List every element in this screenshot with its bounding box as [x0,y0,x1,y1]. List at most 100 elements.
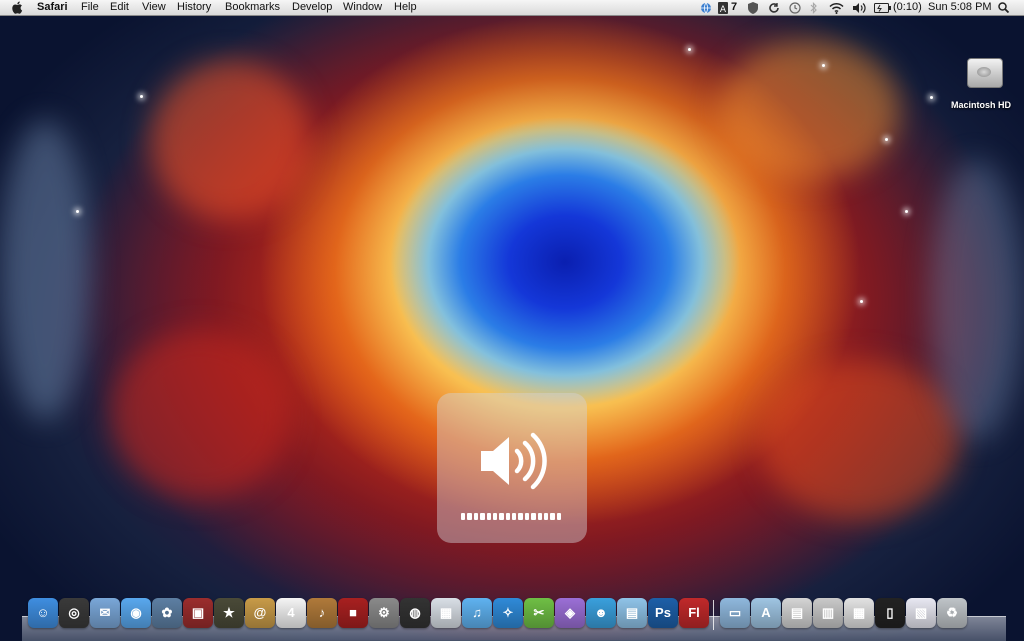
drive-label: Macintosh HD [950,100,1011,110]
menu-window[interactable]: Window [343,0,382,15]
photoshop-icon[interactable]: Ps [648,598,678,628]
menu-view[interactable]: View [142,0,166,15]
menu-edit[interactable]: Edit [110,0,129,15]
spotlight-search-icon[interactable] [998,0,1010,18]
menu-develop[interactable]: Develop [292,0,332,15]
messenger-icon[interactable]: ☻ [586,598,616,628]
addressbook-icon[interactable]: @ [245,598,275,628]
speaker-icon [481,432,547,490]
automator-icon[interactable]: ✂ [524,598,554,628]
svg-text:A: A [720,5,727,14]
hard-drive-icon[interactable] [967,58,1003,88]
volume-menu-icon[interactable] [852,0,866,19]
shield-icon[interactable] [748,0,758,19]
downloads-stack-glyph: ▤ [790,605,804,620]
dashboard-glyph: ◎ [68,605,80,620]
gear-icon[interactable]: ⚙ [369,598,399,628]
garageband-glyph: ♪ [318,605,326,620]
frontrow-icon[interactable]: ■ [338,598,368,628]
volume-segment [480,513,485,520]
notification-icon[interactable]: A [718,0,728,19]
wifi-icon[interactable] [829,0,844,19]
menu-help[interactable]: Help [394,0,417,15]
preview-icon[interactable]: ✉ [90,598,120,628]
trash-icon[interactable]: ♻ [937,598,967,628]
ical-icon[interactable]: 4 [276,598,306,628]
volume-segment [486,513,491,520]
iphoto-glyph: ✿ [161,605,173,620]
flash-icon[interactable]: Fl [679,598,709,628]
finder-glyph: ☺ [36,605,50,620]
volume-segment [499,513,504,520]
finder-icon[interactable]: ☺ [28,598,58,628]
ichat-glyph: ◉ [130,605,142,620]
stack-glyph: ▥ [821,605,835,620]
trash-glyph: ♻ [946,605,958,620]
flash-glyph: Fl [688,605,700,620]
volume-hud [437,393,587,543]
automator-glyph: ✂ [533,605,545,620]
volume-segment [467,513,472,520]
dock-separator [713,600,714,630]
volume-segment [518,513,523,520]
volume-segment [492,513,498,520]
menu-history[interactable]: History [177,0,211,15]
time-machine-icon[interactable] [789,0,801,19]
volume-segment [505,513,510,520]
imovie-icon[interactable]: ★ [214,598,244,628]
calculator-glyph: ▦ [439,605,453,620]
downloads-stack-icon[interactable]: ▤ [782,598,812,628]
iphone-icon[interactable]: ▯ [875,598,905,628]
volume-segment [550,513,555,520]
preview-docs-glyph: ▤ [625,605,639,620]
bluetooth-icon[interactable] [810,0,818,19]
volume-level-bar [461,513,561,520]
battery-icon[interactable] [874,0,891,18]
garageband-icon[interactable]: ♪ [307,598,337,628]
photoshop-glyph: Ps [655,605,671,620]
menu-bar: Safari File Edit View History Bookmarks … [0,0,1024,16]
aperture-icon[interactable]: ◍ [400,598,430,628]
preview-docs-icon[interactable]: ▤ [617,598,647,628]
volume-segment [473,513,479,520]
globe-icon[interactable] [700,0,712,19]
stack-icon[interactable]: ▧ [906,598,936,628]
menu-bookmarks[interactable]: Bookmarks [225,0,280,15]
iphone-glyph: ▯ [886,605,894,620]
messenger-glyph: ☻ [594,605,608,620]
frontrow-glyph: ■ [349,605,357,620]
menu-file[interactable]: File [81,0,99,15]
documents-folder-glyph: A [761,605,771,620]
photobooth-glyph: ▣ [191,605,205,620]
imovie-glyph: ★ [223,605,235,620]
stack-icon[interactable]: ▦ [844,598,874,628]
battery-time: (0:10) [893,1,922,13]
gear-glyph: ⚙ [378,605,390,620]
notification-count: 7 [731,1,738,13]
clock[interactable]: Sun 5:08 PM [928,0,992,15]
dashboard-icon[interactable]: ◎ [59,598,89,628]
ical-glyph: 4 [287,605,295,620]
macintosh-hd-drive[interactable]: Macintosh HD [951,58,1012,110]
calculator-icon[interactable]: ▦ [431,598,461,628]
documents-folder-icon[interactable]: A [751,598,781,628]
cosmic-glyph: ◈ [565,605,575,620]
volume-segment [556,513,561,520]
menu-app-name[interactable]: Safari [37,0,68,15]
stack-icon[interactable]: ▥ [813,598,843,628]
safari-icon[interactable]: ✧ [493,598,523,628]
volume-segment [537,513,542,520]
apple-menu-icon[interactable] [12,0,23,19]
photobooth-icon[interactable]: ▣ [183,598,213,628]
itunes-icon[interactable]: ♫ [462,598,492,628]
preview-glyph: ✉ [99,605,111,620]
applications-folder-glyph: ▭ [728,605,742,620]
sync-icon[interactable] [768,0,780,19]
itunes-glyph: ♫ [472,605,482,620]
applications-folder-icon[interactable]: ▭ [720,598,750,628]
cosmic-icon[interactable]: ◈ [555,598,585,628]
iphoto-icon[interactable]: ✿ [152,598,182,628]
safari-glyph: ✧ [502,605,514,620]
volume-segment [512,513,517,520]
ichat-icon[interactable]: ◉ [121,598,151,628]
